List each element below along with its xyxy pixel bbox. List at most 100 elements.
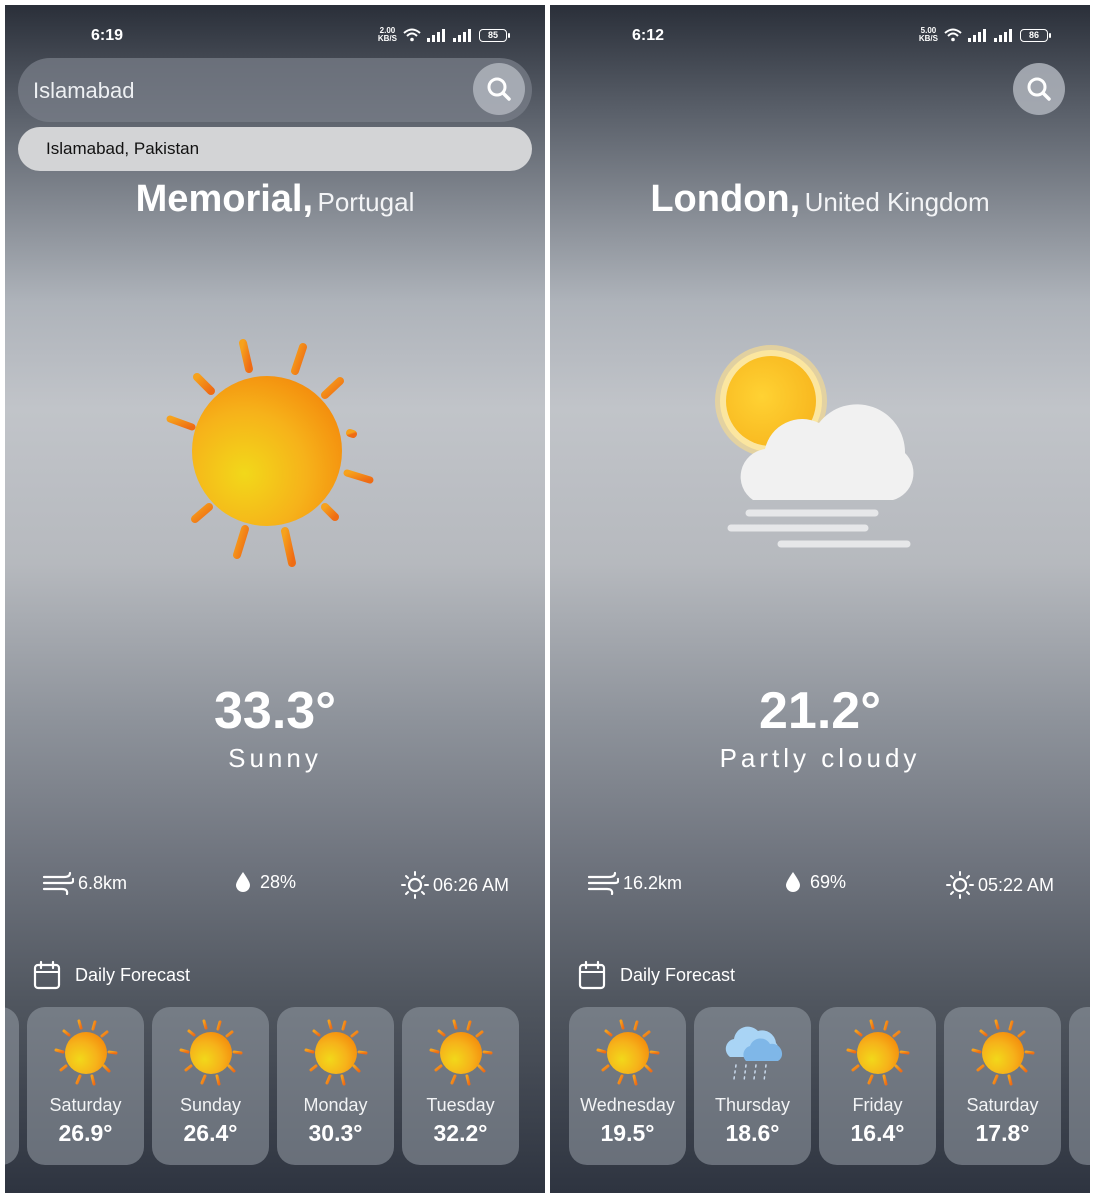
forecast-day: Monday [303, 1095, 368, 1115]
search-input-value[interactable]: Islamabad [33, 78, 135, 104]
sun-icon [166, 339, 374, 567]
forecast-temp: 19.5° [600, 1120, 655, 1146]
forecast-icon-wrap [569, 1019, 686, 1089]
humidity-stat: 28% [235, 871, 296, 893]
forecast-temp: 17.8° [975, 1120, 1030, 1146]
current-temperature: 33.3° [213, 682, 336, 740]
search-icon [1027, 77, 1051, 101]
status-icons: 2.00 KB/S 85 [377, 26, 510, 43]
forecast-card[interactable]: Saturday 26.9° [27, 1007, 144, 1165]
search-button[interactable] [473, 63, 525, 115]
forecast-card-partial[interactable] [5, 1007, 19, 1165]
sun-icon [179, 1019, 242, 1086]
status-bar: 6:12 5.00 KB/S 86 [550, 25, 1090, 49]
calendar-icon [33, 960, 61, 990]
suggestion-label[interactable]: Islamabad, Pakistan [46, 139, 199, 159]
search-button[interactable] [1013, 63, 1065, 115]
forecast-icon-wrap [694, 1019, 811, 1089]
current-temperature: 21.2° [758, 682, 881, 740]
wind-stat: 16.2km [587, 871, 682, 895]
main-weather-icon [550, 345, 1090, 555]
wind-icon [587, 871, 619, 895]
forecast-list[interactable]: Wednesday 19.5° Thursday 18.6° Friday 16… [550, 1007, 1090, 1167]
daily-forecast-title: Daily Forecast [75, 964, 191, 985]
wifi-icon [403, 28, 421, 42]
forecast-card[interactable]: Saturday 17.8° [944, 1007, 1061, 1165]
forecast-day: Sunday [179, 1095, 242, 1115]
forecast-day: Wednesday [580, 1095, 675, 1115]
forecast-icon-wrap [152, 1019, 269, 1089]
sunrise-stat: 05:22 AM [945, 871, 1054, 899]
forecast-temp: 32.2° [433, 1120, 488, 1146]
status-time: 6:19 [91, 27, 124, 44]
search-suggestion-item[interactable]: Islamabad, Pakistan [18, 127, 532, 171]
forecast-temp: 30.3° [308, 1120, 363, 1146]
forecast-icon-wrap [944, 1019, 1061, 1089]
signal-icon [968, 28, 986, 42]
weather-stats: 16.2km 69% 05:22 AM [550, 871, 1090, 901]
sunrise-stat: 06:26 AM [400, 871, 509, 899]
network-speed: 5.00 KB/S [918, 26, 938, 43]
wifi-icon [944, 28, 962, 42]
sunrise-value: 06:26 AM [432, 874, 509, 895]
forecast-card-partial[interactable] [1069, 1007, 1090, 1165]
network-speed: 2.00 KB/S [377, 26, 397, 43]
location-city: London, [650, 178, 801, 220]
forecast-icon-wrap [277, 1019, 394, 1089]
daily-forecast-header: Daily Forecast [578, 960, 735, 990]
search-input[interactable]: Islamabad [18, 58, 532, 122]
forecast-day: Saturday [966, 1095, 1039, 1115]
sunrise-value: 05:22 AM [977, 874, 1054, 895]
forecast-card[interactable]: Sunday 26.4° [152, 1007, 269, 1165]
sun-icon [596, 1019, 659, 1086]
forecast-temp: 16.4° [850, 1120, 905, 1146]
humidity-value: 69% [810, 871, 847, 892]
signal-icon-2 [994, 28, 1012, 42]
forecast-list[interactable]: Saturday 26.9° Sunday 26.4° Monday 30.3°… [5, 1007, 545, 1167]
signal-icon-2 [453, 28, 471, 42]
search-icon [487, 77, 511, 101]
status-icons: 5.00 KB/S 86 [918, 26, 1051, 43]
wind-value: 16.2km [623, 872, 683, 893]
forecast-card[interactable]: Friday 16.4° [819, 1007, 936, 1165]
forecast-icon-wrap [819, 1019, 936, 1089]
battery-icon: 86 [1020, 28, 1051, 42]
weather-screen-memorial: 6:19 2.00 KB/S 85 Islamabad Islamabad, P… [5, 5, 545, 1193]
location-title: London, United Kingdom [550, 178, 1090, 221]
forecast-card[interactable]: Wednesday 19.5° [569, 1007, 686, 1165]
forecast-card[interactable]: Monday 30.3° [277, 1007, 394, 1165]
forecast-temp: 26.9° [58, 1120, 113, 1146]
forecast-card[interactable]: Thursday 18.6° [694, 1007, 811, 1165]
status-bar: 6:19 2.00 KB/S 85 [5, 25, 545, 49]
location-city: Memorial, [135, 178, 314, 220]
humidity-stat: 69% [785, 871, 846, 893]
sun-icon [429, 1019, 492, 1086]
forecast-day: Thursday [714, 1095, 791, 1115]
droplet-icon [786, 872, 800, 892]
location-country: Portugal [317, 187, 415, 217]
weather-stats: 6.8km 28% 06:26 AM [5, 871, 545, 901]
sun-icon [54, 1019, 117, 1086]
forecast-day: Tuesday [426, 1095, 495, 1115]
forecast-icon-wrap [402, 1019, 519, 1089]
forecast-temp: 18.6° [725, 1120, 780, 1146]
wind-icon [42, 871, 74, 895]
weather-condition: Partly cloudy [719, 743, 921, 773]
sun-icon [971, 1019, 1034, 1086]
signal-icon [427, 28, 445, 42]
weather-screen-london: 6:12 5.00 KB/S 86 London, United Kingdom [550, 5, 1090, 1193]
forecast-day: Friday [852, 1095, 903, 1115]
humidity-value: 28% [260, 871, 297, 892]
forecast-day: Saturday [49, 1095, 122, 1115]
weather-condition: Sunny [228, 743, 322, 773]
main-weather-icon [5, 337, 545, 573]
forecast-card[interactable]: Tuesday 32.2° [402, 1007, 519, 1165]
partly-cloudy-icon [715, 345, 914, 548]
rain-cloud-icon [725, 1026, 782, 1082]
sun-icon [304, 1019, 367, 1086]
sun-outline-icon [400, 871, 429, 899]
sun-icon [846, 1019, 909, 1086]
battery-icon: 85 [479, 28, 510, 42]
wind-stat: 6.8km [42, 871, 127, 895]
wind-value: 6.8km [78, 872, 128, 893]
